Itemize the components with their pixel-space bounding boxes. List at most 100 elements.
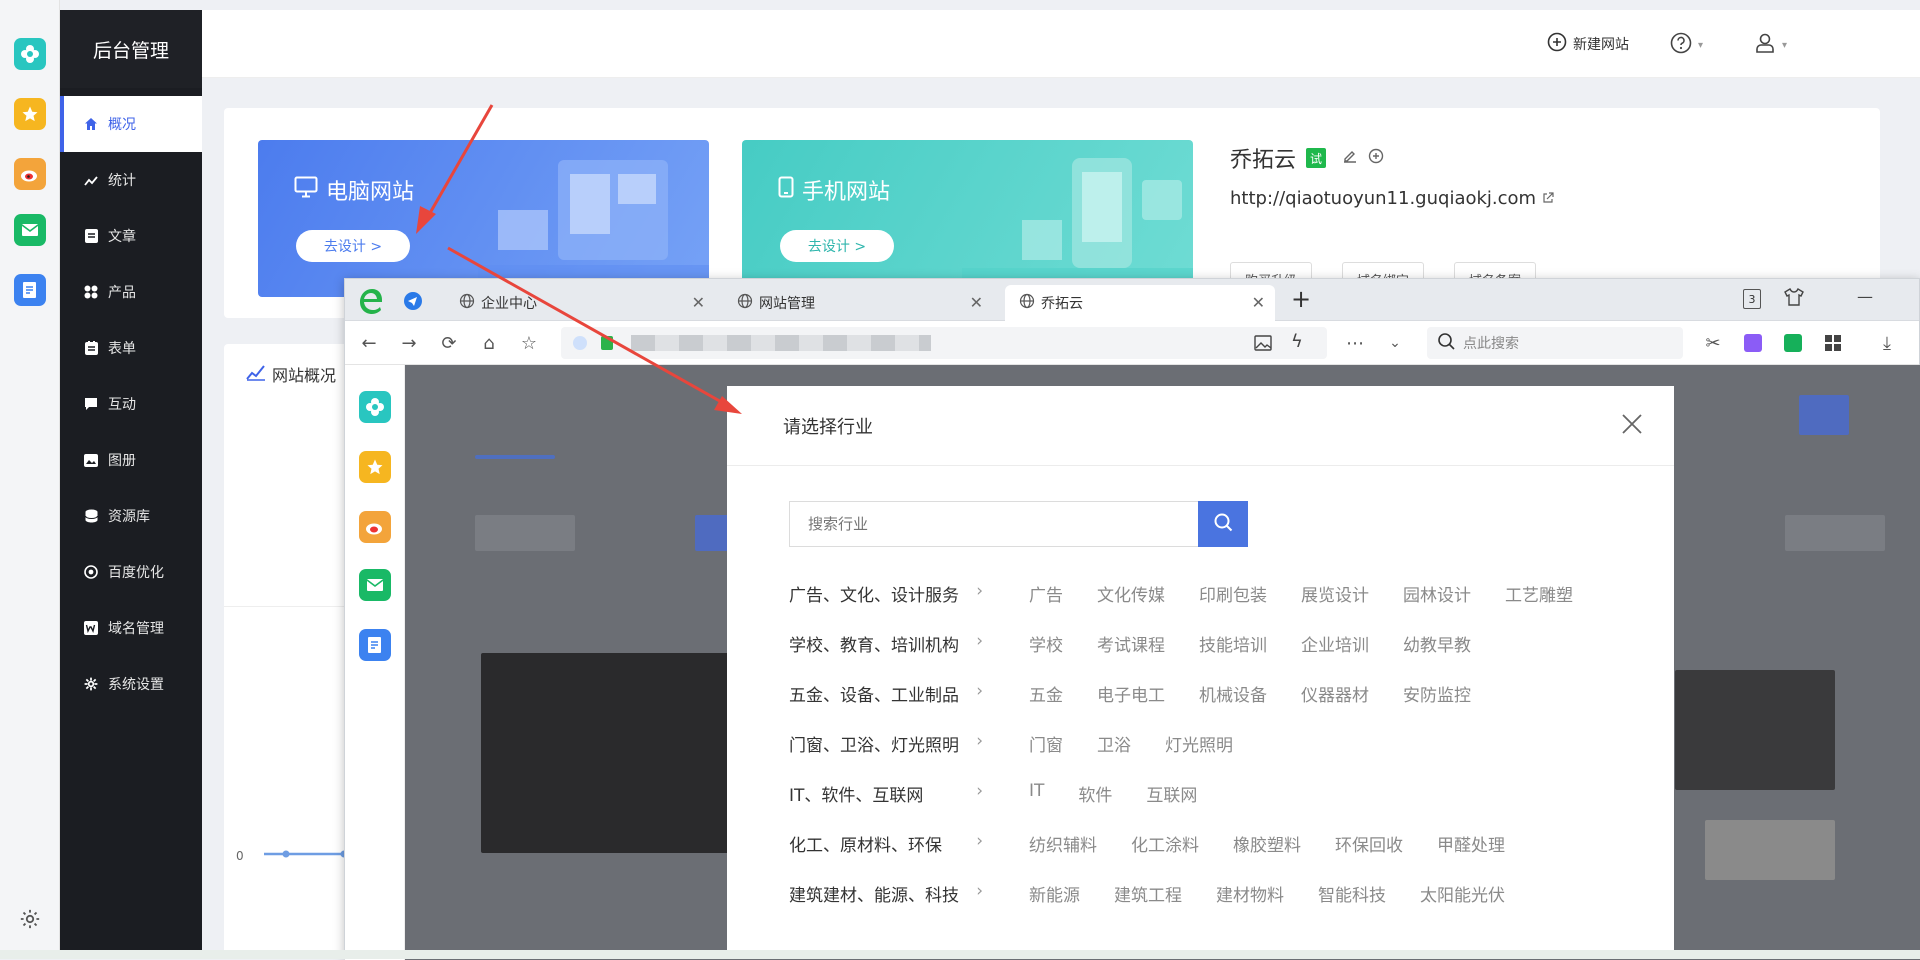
- industry-option[interactable]: 技能培训: [1199, 631, 1267, 656]
- doc-edit-icon[interactable]: [14, 274, 46, 306]
- industry-option[interactable]: 考试课程: [1097, 631, 1165, 656]
- edit-icon[interactable]: [1342, 148, 1358, 168]
- reload-icon[interactable]: ⟳: [437, 331, 461, 355]
- sidebar-item-products[interactable]: 产品: [60, 264, 202, 320]
- mail-icon[interactable]: [359, 569, 391, 601]
- close-icon[interactable]: ✕: [970, 293, 983, 312]
- apps-grid-icon[interactable]: [1821, 331, 1845, 355]
- close-icon[interactable]: ✕: [692, 293, 705, 312]
- favorites-icon[interactable]: ☆: [517, 331, 541, 355]
- industry-option[interactable]: 幼教早教: [1403, 631, 1471, 656]
- industry-option[interactable]: 安防监控: [1403, 681, 1471, 706]
- minimize-icon[interactable]: —: [1857, 287, 1873, 306]
- industry-option[interactable]: 智能科技: [1318, 881, 1386, 906]
- close-icon[interactable]: ✕: [1252, 293, 1265, 312]
- weibo-icon[interactable]: [14, 158, 46, 190]
- sidebar-item-baidu-seo[interactable]: 百度优化: [60, 544, 202, 600]
- industry-option[interactable]: 广告: [1029, 581, 1063, 606]
- industry-option[interactable]: 灯光照明: [1165, 731, 1233, 756]
- mail-icon[interactable]: [14, 214, 46, 246]
- industry-category[interactable]: 建筑建材、能源、科技 ›: [789, 881, 995, 906]
- industry-option[interactable]: 太阳能光伏: [1420, 881, 1505, 906]
- tab-count-icon[interactable]: 3: [1743, 289, 1761, 309]
- tab-enterprise[interactable]: 企业中心 ✕: [445, 285, 715, 321]
- industry-option[interactable]: 电子电工: [1097, 681, 1165, 706]
- industry-option[interactable]: 企业培训: [1301, 631, 1369, 656]
- app-plus-icon[interactable]: [359, 391, 391, 423]
- industry-option[interactable]: 橡胶塑料: [1233, 831, 1301, 856]
- industry-option[interactable]: 纺织辅料: [1029, 831, 1097, 856]
- industry-search-input[interactable]: [789, 501, 1198, 547]
- industry-option[interactable]: 建筑工程: [1114, 881, 1182, 906]
- sidebar-item-resources[interactable]: 资源库: [60, 488, 202, 544]
- image-icon[interactable]: [1253, 333, 1273, 357]
- shirt-icon[interactable]: [1783, 287, 1805, 311]
- browser-search-box[interactable]: 点此搜索: [1427, 327, 1683, 359]
- industry-option[interactable]: 园林设计: [1403, 581, 1471, 606]
- industry-option[interactable]: 软件: [1078, 781, 1112, 806]
- user-menu[interactable]: ▾: [1754, 32, 1787, 58]
- sidebar-item-settings[interactable]: 系统设置: [60, 656, 202, 712]
- external-link-icon[interactable]: [1542, 188, 1554, 209]
- download-icon[interactable]: ⤓: [1875, 331, 1899, 355]
- sidebar-item-forms[interactable]: 表单: [60, 320, 202, 376]
- industry-category[interactable]: 五金、设备、工业制品 ›: [789, 681, 995, 706]
- star-icon[interactable]: [359, 451, 391, 483]
- weibo-icon[interactable]: [359, 511, 391, 543]
- industry-category[interactable]: 门窗、卫浴、灯光照明 ›: [789, 731, 995, 756]
- industry-option[interactable]: 工艺雕塑: [1505, 581, 1573, 606]
- industry-option[interactable]: 化工涂料: [1131, 831, 1199, 856]
- more-icon[interactable]: ⋯: [1343, 331, 1367, 355]
- sidebar-item-domains[interactable]: 域名管理: [60, 600, 202, 656]
- tab-site-management[interactable]: 网站管理 ✕: [723, 285, 993, 321]
- sidebar-item-articles[interactable]: 文章: [60, 208, 202, 264]
- close-icon[interactable]: [1620, 412, 1644, 436]
- industry-option[interactable]: 学校: [1029, 631, 1063, 656]
- sidebar-item-album[interactable]: 图册: [60, 432, 202, 488]
- scissors-icon[interactable]: ✂: [1701, 331, 1725, 355]
- forward-icon[interactable]: →: [397, 331, 421, 355]
- industry-option[interactable]: 卫浴: [1097, 731, 1131, 756]
- industry-option[interactable]: 机械设备: [1199, 681, 1267, 706]
- pc-design-button[interactable]: 去设计 >: [296, 230, 410, 262]
- industry-option[interactable]: 五金: [1029, 681, 1063, 706]
- gear-icon[interactable]: [19, 908, 41, 930]
- industry-option[interactable]: 甲醛处理: [1437, 831, 1505, 856]
- back-icon[interactable]: ←: [357, 331, 381, 355]
- industry-option[interactable]: 门窗: [1029, 731, 1063, 756]
- industry-option[interactable]: 仪器器材: [1301, 681, 1369, 706]
- address-bar[interactable]: ϟ: [561, 327, 1327, 359]
- add-circle-icon[interactable]: [1368, 148, 1384, 168]
- sidebar-item-overview[interactable]: 概况: [60, 96, 202, 152]
- industry-search-button[interactable]: [1198, 501, 1248, 547]
- industry-option[interactable]: 新能源: [1029, 881, 1080, 906]
- industry-option[interactable]: 展览设计: [1301, 581, 1369, 606]
- industry-category[interactable]: 化工、原材料、环保 ›: [789, 831, 995, 856]
- mobile-design-button[interactable]: 去设计 >: [780, 230, 894, 262]
- home-icon[interactable]: ⌂: [477, 331, 501, 355]
- translate-icon[interactable]: [1744, 334, 1762, 352]
- sidebar-item-stats[interactable]: 统计: [60, 152, 202, 208]
- star-icon[interactable]: [14, 98, 46, 130]
- lightning-icon[interactable]: ϟ: [1291, 331, 1303, 352]
- industry-option[interactable]: 文化传媒: [1097, 581, 1165, 606]
- chevron-down-icon[interactable]: ⌄: [1383, 331, 1407, 355]
- industry-option[interactable]: 建材物料: [1216, 881, 1284, 906]
- industry-option[interactable]: 环保回收: [1335, 831, 1403, 856]
- industry-option[interactable]: 印刷包装: [1199, 581, 1267, 606]
- site-url[interactable]: http://qiaotuoyun11.guqiaokj.com: [1230, 188, 1536, 209]
- reader-icon[interactable]: [1784, 334, 1802, 352]
- industry-category[interactable]: 学校、教育、培训机构 ›: [789, 631, 995, 656]
- new-tab-button[interactable]: +: [1291, 285, 1311, 313]
- industry-category[interactable]: 广告、文化、设计服务 ›: [789, 581, 995, 606]
- industry-option[interactable]: IT: [1029, 781, 1044, 806]
- help-menu[interactable]: ▾: [1670, 32, 1703, 58]
- doc-edit-icon[interactable]: [359, 629, 391, 661]
- send-icon[interactable]: [403, 291, 423, 315]
- industry-option[interactable]: 互联网: [1146, 781, 1197, 806]
- tab-qiaotuoyun[interactable]: 乔拓云 ✕: [1005, 285, 1275, 321]
- new-site-button[interactable]: 新建网站: [1547, 32, 1629, 56]
- sidebar-item-interaction[interactable]: 互动: [60, 376, 202, 432]
- industry-category[interactable]: IT、软件、互联网 ›: [789, 781, 995, 806]
- app-plus-icon[interactable]: [14, 38, 46, 70]
